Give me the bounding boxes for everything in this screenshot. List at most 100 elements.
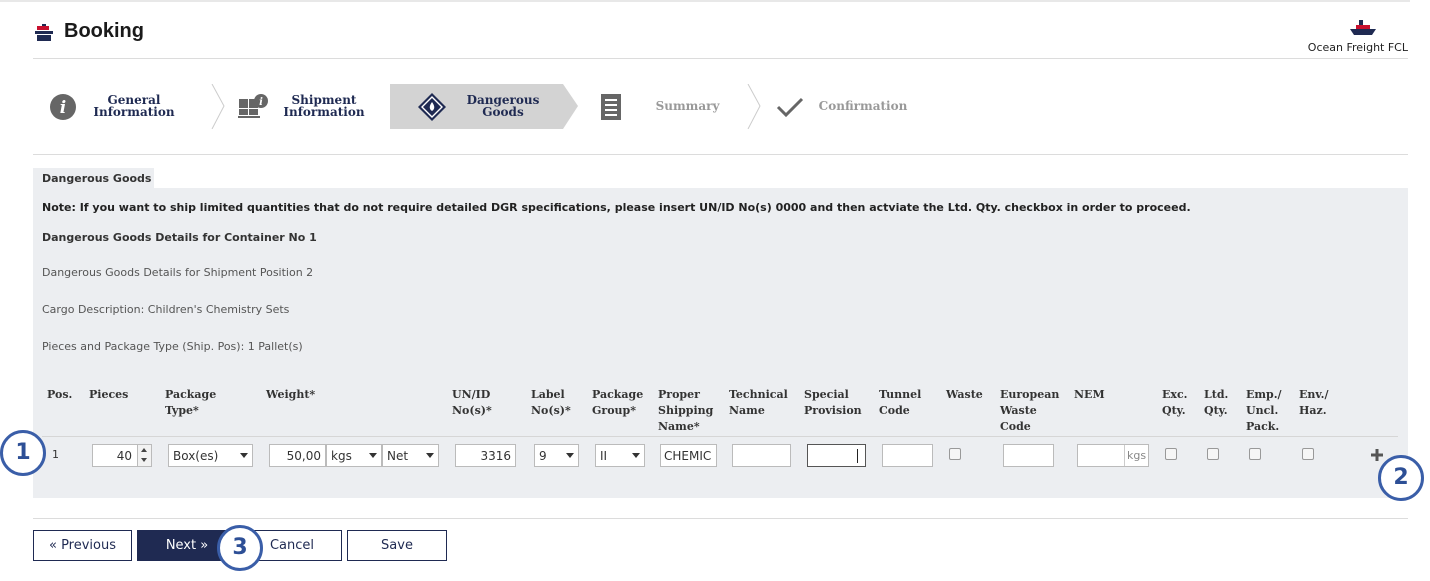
- col-header-pos: Pos.: [47, 388, 73, 401]
- env-haz-checkbox[interactable]: [1302, 448, 1314, 460]
- svg-text:i: i: [259, 97, 263, 108]
- label-value: 9: [539, 449, 547, 463]
- info-icon: i: [50, 94, 76, 120]
- header-line: Uncl.: [1246, 404, 1279, 417]
- save-button[interactable]: Save: [347, 530, 447, 561]
- checkmark-icon: [776, 97, 804, 118]
- pieces-stepper[interactable]: 40: [92, 444, 152, 467]
- booking-logo-icon: [35, 24, 53, 41]
- annotation-badge-1: 1: [0, 430, 46, 476]
- col-header-european-waste-code: European Waste Code: [1000, 387, 1059, 435]
- cargo-description-text: Cargo Description: Children's Chemistry …: [42, 303, 290, 316]
- special-provision-input[interactable]: [807, 444, 866, 467]
- exc-qty-checkbox[interactable]: [1165, 448, 1177, 460]
- package-group-select[interactable]: II: [595, 444, 645, 467]
- col-header-special-provision: Special Provision: [804, 387, 862, 419]
- transport-mode-label: Ocean Freight FCL: [1307, 41, 1408, 54]
- step-general-information[interactable]: i General Information: [33, 84, 208, 129]
- header-line: Type*: [165, 404, 199, 417]
- col-header-package-group: Package Group*: [592, 387, 643, 419]
- technical-name-input[interactable]: [732, 444, 791, 467]
- ltd-qty-checkbox[interactable]: [1207, 448, 1219, 460]
- header-line: UN/ID: [452, 388, 491, 401]
- page-header: Booking Ocean Freight FCL: [33, 18, 1408, 59]
- dropdown-arrow-icon: [426, 453, 434, 458]
- header-line: Shipping: [658, 404, 714, 417]
- header-line: Code: [1000, 420, 1031, 433]
- shipment-position-text: Dangerous Goods Details for Shipment Pos…: [42, 266, 314, 279]
- proper-shipping-value: CHEMIC: [664, 449, 712, 463]
- col-header-exc-qty: Exc. Qty.: [1162, 387, 1187, 419]
- step-label-line2: Information: [93, 105, 175, 119]
- package-type-select[interactable]: Box(es): [168, 444, 253, 467]
- waste-checkbox[interactable]: [949, 448, 961, 460]
- weight-input[interactable]: 50,00: [269, 444, 326, 467]
- col-header-weight: Weight*: [266, 388, 316, 401]
- package-group-value: II: [600, 449, 608, 463]
- tab-dangerous-goods[interactable]: Dangerous Goods: [33, 168, 154, 188]
- step-confirmation[interactable]: Confirmation: [768, 84, 928, 129]
- spinner-up-icon[interactable]: [141, 448, 147, 452]
- un-id-input[interactable]: 3316: [455, 444, 516, 467]
- spinner-buttons[interactable]: [137, 445, 151, 466]
- dropdown-arrow-icon: [566, 453, 574, 458]
- step-summary[interactable]: Summary: [583, 84, 753, 129]
- step-label-line2: Goods: [482, 105, 524, 119]
- ship-icon: [1350, 20, 1376, 35]
- header-line: Waste: [1000, 404, 1037, 417]
- nem-input[interactable]: kgs: [1077, 444, 1149, 467]
- header-line: Qty.: [1162, 404, 1186, 417]
- european-waste-code-input[interactable]: [1003, 444, 1054, 467]
- weight-value: 50,00: [286, 449, 321, 463]
- booking-stepper: i General Information i Shipment Informa…: [33, 84, 1033, 129]
- container-title: Dangerous Goods Details for Container No…: [42, 231, 317, 244]
- package-type-value: Box(es): [173, 449, 219, 463]
- header-line: Technical: [729, 388, 788, 401]
- col-header-technical-name: Technical Name: [729, 387, 788, 419]
- dropdown-arrow-icon: [632, 453, 640, 458]
- label-select[interactable]: 9: [534, 444, 579, 467]
- table-header-divider: [42, 436, 1398, 437]
- header-line: Exc.: [1162, 388, 1188, 401]
- dropdown-arrow-icon: [369, 453, 377, 458]
- header-line: Env./: [1299, 388, 1329, 401]
- step-dangerous-goods[interactable]: Dangerous Goods: [390, 84, 563, 129]
- proper-shipping-name-input[interactable]: CHEMIC: [660, 444, 717, 467]
- add-row-icon[interactable]: [1371, 449, 1383, 461]
- header-line: European: [1000, 388, 1060, 401]
- weight-unit-value: kgs: [331, 449, 352, 463]
- spinner-down-icon[interactable]: [141, 458, 147, 462]
- col-header-un-id: UN/ID No(s)*: [452, 387, 492, 419]
- page-title: Booking: [64, 20, 144, 42]
- weight-kind-select[interactable]: Net: [382, 444, 439, 467]
- col-header-env-haz: Env./ Haz.: [1299, 387, 1329, 419]
- header-line: Package: [592, 388, 644, 401]
- header-line: Haz.: [1299, 404, 1327, 417]
- col-header-proper-shipping-name: Proper Shipping Name*: [658, 387, 713, 435]
- weight-unit-select[interactable]: kgs: [326, 444, 382, 467]
- header-line: Ltd.: [1204, 388, 1229, 401]
- header-line: Name: [729, 404, 765, 417]
- ltd-qty-note: Note: If you want to ship limited quanti…: [42, 201, 1191, 214]
- header-line: No(s)*: [452, 404, 492, 417]
- col-header-tunnel-code: Tunnel Code: [879, 387, 921, 419]
- row-position: 1: [52, 448, 59, 461]
- annotation-badge-2: 2: [1378, 455, 1424, 501]
- col-header-pieces: Pieces: [89, 388, 129, 401]
- col-header-nem: NEM: [1074, 388, 1105, 401]
- col-header-waste: Waste: [946, 388, 983, 401]
- tunnel-code-input[interactable]: [882, 444, 933, 467]
- svg-text:i: i: [60, 98, 66, 118]
- header-line: Qty.: [1204, 404, 1228, 417]
- previous-button[interactable]: « Previous: [33, 530, 132, 561]
- step-label-line2: Information: [283, 105, 365, 119]
- step-shipment-information[interactable]: i Shipment Information: [228, 84, 388, 129]
- step-label: Summary: [655, 99, 720, 113]
- emp-uncl-pack-checkbox[interactable]: [1249, 448, 1261, 460]
- header-line: Code: [879, 404, 910, 417]
- col-header-ltd-qty: Ltd. Qty.: [1204, 387, 1228, 419]
- text-cursor: [857, 449, 858, 463]
- weight-kind-value: Net: [387, 449, 409, 463]
- annotation-badge-3: 3: [217, 525, 263, 571]
- col-header-label: Label No(s)*: [531, 387, 571, 419]
